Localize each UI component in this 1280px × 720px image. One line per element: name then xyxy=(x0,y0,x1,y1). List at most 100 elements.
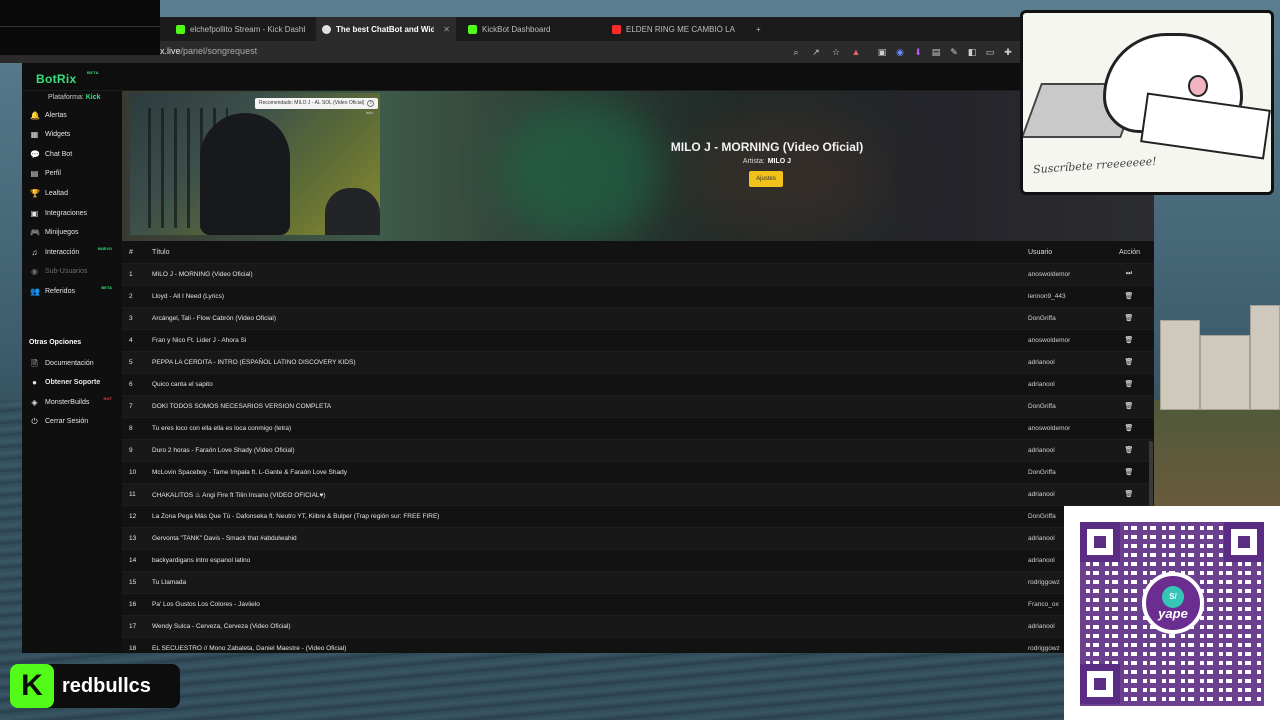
youtube-favicon-icon xyxy=(612,24,621,34)
share-icon[interactable]: ↗ xyxy=(810,46,822,58)
info-icon[interactable]: i xyxy=(367,100,375,107)
yape-qr-code: S/ yape xyxy=(1064,506,1280,720)
sidebar-item-minijuegos[interactable]: 🎮 Minijuegos xyxy=(30,225,118,241)
sidebar-item-label: Integraciones xyxy=(45,209,88,217)
docs-icon: 🗎 xyxy=(31,358,38,368)
close-tab-icon[interactable]: ✕ xyxy=(443,25,450,34)
table-row[interactable]: 13 Gervonta "TANK" Davis - Smack that #ab… xyxy=(122,527,1154,549)
url-field[interactable]: x.live/panel/songrequest xyxy=(160,46,257,56)
table-row[interactable]: 3 Arcángel, Tali - Flow Cabrón (Video Ofi… xyxy=(122,307,1154,329)
zoom-icon[interactable]: ⌕ xyxy=(790,46,802,58)
browser-tab-active[interactable]: The best ChatBot and Widgets ✕ xyxy=(316,17,456,41)
sidebar-item-cerrar-sesi-n[interactable]: ⏻ Cerrar Sesión xyxy=(30,414,118,430)
sidebar-item-chat-bot[interactable]: 💬 Chat Bot xyxy=(30,146,118,162)
table-row[interactable]: 15 Tu Llamada rodriggowz xyxy=(122,571,1154,593)
download-icon[interactable]: ⬇ xyxy=(912,46,924,58)
sidebar-item-alertas[interactable]: 🔔 Alertas xyxy=(30,107,118,123)
cell-title: DOKI TODOS SOMOS NECESARIOS VERSION COMP… xyxy=(152,403,332,410)
browser-tab[interactable]: KickBot Dashboard xyxy=(462,17,602,41)
trash-icon[interactable]: 🗑 xyxy=(1124,490,1134,498)
sidebar-item-documentaci-n[interactable]: 🗎 Documentación xyxy=(30,355,118,371)
kick-logo-icon: K xyxy=(10,664,54,708)
trash-icon[interactable]: 🗑 xyxy=(1124,424,1134,432)
settings-button[interactable]: Ajustes xyxy=(749,171,783,187)
video-info-label: Info xyxy=(366,110,373,115)
trash-icon[interactable]: 🗑 xyxy=(1124,402,1134,410)
extension-icon[interactable]: ▣ xyxy=(876,46,888,58)
trash-icon[interactable]: 🗑 xyxy=(1124,314,1134,322)
cell-user: anoswoldemor xyxy=(1028,425,1071,432)
sidebar-item-monsterbuilds[interactable]: ◈ MonsterBuilds HOT xyxy=(30,394,118,410)
sidebar-item-referidos[interactable]: 👥 Referidos BETA xyxy=(30,283,118,299)
cell-title: McLovin Spaceboy - Tame Impala ft. L-Gan… xyxy=(152,469,347,476)
cat-paw-drawing xyxy=(1188,75,1208,97)
trash-icon[interactable]: 🗑 xyxy=(1124,446,1134,454)
extension-icon[interactable]: ▭ xyxy=(984,46,996,58)
trash-icon[interactable]: 🗑 xyxy=(1124,292,1134,300)
trash-icon[interactable]: 🗑 xyxy=(1124,380,1134,388)
table-row[interactable]: 14 backyardigans intro espanol latino adri… xyxy=(122,549,1154,571)
cell-num: 8 xyxy=(129,425,133,432)
channel-name: redbullcs xyxy=(62,674,151,697)
star-icon[interactable]: ☆ xyxy=(830,46,842,58)
table-row[interactable]: 18 EL SECUESTRO // Mono Zabaleta, Daniel … xyxy=(122,637,1154,653)
extension-icon[interactable]: ▲ xyxy=(850,46,862,58)
puzzle-icon[interactable]: ✚ xyxy=(1002,46,1014,58)
table-row[interactable]: 1 MILO J - MORNING (Video Oficial) anoswol… xyxy=(122,263,1154,285)
trash-icon[interactable]: 🗑 xyxy=(1124,468,1134,476)
new-tab-button[interactable]: + xyxy=(750,17,770,41)
platform-indicator: Plataforma: Kick xyxy=(48,94,101,101)
trash-icon[interactable]: 🗑 xyxy=(1124,358,1134,366)
table-row[interactable]: 10 McLovin Spaceboy - Tame Impala ft. L-G… xyxy=(122,461,1154,483)
currency-badge: S/ xyxy=(1162,585,1184,608)
table-row[interactable]: 8 Tu eres loco con ella ella es loca conm… xyxy=(122,417,1154,439)
extension-icon[interactable]: ◉ xyxy=(894,46,906,58)
cell-title: Duro 2 horas - Faraón Love Shady (Video … xyxy=(152,447,295,454)
sidebar-item-label: Obtener Soporte xyxy=(45,379,101,387)
table-row[interactable]: 17 Wendy Sulca - Cerveza, Cerveza (Video … xyxy=(122,615,1154,637)
sidebar-item-label: Documentación xyxy=(45,359,94,367)
sidebar-item-label: Widgets xyxy=(45,131,71,139)
tab-label: KickBot Dashboard xyxy=(482,24,551,34)
cell-num: 6 xyxy=(129,381,133,388)
cell-user: DonGriffa xyxy=(1028,469,1056,476)
sidebar-item-perfil[interactable]: ▤ Perfil xyxy=(30,166,118,182)
sidebar-item-widgets[interactable]: ▦ Widgets xyxy=(30,127,118,143)
extension-icon[interactable]: ✎ xyxy=(948,46,960,58)
sidebar-item-label: Cerrar Sesión xyxy=(45,418,89,426)
sidebar-item-interacci-n[interactable]: ♫ Interacción NUEVO xyxy=(30,244,118,260)
sidebar-item-lealtad[interactable]: 🏆 Lealtad xyxy=(30,185,118,201)
browser-tab[interactable]: ELDEN RING ME CAMBIÓ LA VIDA xyxy=(606,17,742,41)
cell-user: adrianool xyxy=(1028,381,1055,388)
table-row[interactable]: 5 PEPPA LA CERDITA - INTRO (ESPAÑOL LATIN… xyxy=(122,351,1154,373)
table-row[interactable]: 2 Lloyd - All I Need (Lyrics) lennon9_443 🗑 xyxy=(122,285,1154,307)
table-row[interactable]: 9 Duro 2 horas - Faraón Love Shady (Video… xyxy=(122,439,1154,461)
sidebar-item-label: Chat Bot xyxy=(45,150,73,158)
table-row[interactable]: 12 La Zona Pega Más Que Tú - Dafonseka ft… xyxy=(122,505,1154,527)
browser-tab[interactable]: elchefpollito Stream - Kick Dashboard xyxy=(170,17,305,41)
skip-icon[interactable]: ⏭ xyxy=(1124,270,1134,278)
recommended-tooltip: Recomendado: MILO J - AL SOL (Video Ofic… xyxy=(255,98,379,109)
table-row[interactable]: 6 Quico canta el sapito adrianool 🗑 xyxy=(122,373,1154,395)
plus-icon: + xyxy=(756,24,761,34)
bell-icon: 🔔 xyxy=(30,110,40,120)
botrix-logo[interactable]: BotRix BETA xyxy=(36,70,99,86)
extension-icon[interactable]: ◧ xyxy=(966,46,978,58)
table-row[interactable]: 16 Pa' Los Gustos Los Colores - Javiielo F… xyxy=(122,593,1154,615)
sidebar-item-sub-usuarios[interactable]: ◉ Sub-Usuarios xyxy=(30,264,118,280)
sidebar-item-label: Sub-Usuarios xyxy=(45,268,88,276)
table-row[interactable]: 11 CHAKALITOS ♨ Angi Fire ft Tilin Insano… xyxy=(122,483,1154,505)
table-row[interactable]: 7 DOKI TODOS SOMOS NECESARIOS VERSION COM… xyxy=(122,395,1154,417)
extension-icon[interactable]: ▤ xyxy=(930,46,942,58)
sidebar-item-integraciones[interactable]: ▣ Integraciones xyxy=(30,205,118,221)
cell-title: PEPPA LA CERDITA - INTRO (ESPAÑOL LATINO… xyxy=(152,359,356,366)
artist-value: MILO J xyxy=(767,158,792,165)
video-player[interactable]: Recomendado: MILO J - AL SOL (Video Ofic… xyxy=(130,93,380,235)
trash-icon[interactable]: 🗑 xyxy=(1124,336,1134,344)
sidebar-item-obtener-soporte[interactable]: ● Obtener Soporte xyxy=(30,375,118,391)
botrix-favicon-icon xyxy=(322,24,331,34)
table-row[interactable]: 4 Fran y Nico Ft. Lider J - Ahora Si anosw… xyxy=(122,329,1154,351)
cell-title: Tu Llamada xyxy=(152,579,187,586)
music-icon: ♫ xyxy=(31,247,38,257)
games-icon: 🎮 xyxy=(30,228,40,238)
